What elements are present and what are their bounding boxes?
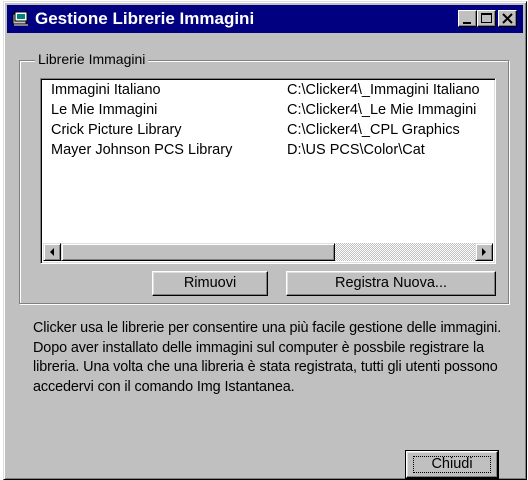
- maximize-icon: [481, 13, 492, 23]
- description-text: Clicker usa le librerie per consentire u…: [33, 319, 523, 397]
- close-dialog-label: Chiudi: [431, 456, 473, 472]
- description-line: libreria. Una volta che una libreria è s…: [33, 359, 498, 375]
- library-path: C:\Clicker4\_CPL Graphics: [287, 122, 460, 138]
- scrollbar-thumb[interactable]: [61, 243, 335, 261]
- list-item[interactable]: Immagini Italiano C:\Clicker4\_Immagini …: [51, 82, 491, 102]
- scroll-right-button[interactable]: [475, 243, 493, 261]
- title-bar[interactable]: Gestione Librerie Immagini: [7, 5, 523, 33]
- library-name: Immagini Italiano: [51, 82, 161, 98]
- close-button[interactable]: [498, 10, 517, 27]
- window-title: Gestione Librerie Immagini: [35, 9, 255, 28]
- library-name: Crick Picture Library: [51, 122, 182, 138]
- library-name: Le Mie Immagini: [51, 102, 158, 118]
- description-line: Clicker usa le librerie per consentire u…: [33, 320, 502, 336]
- library-path: D:\US PCS\Color\Cat: [287, 142, 425, 158]
- description-line: accedervi con il comando Img Istantanea.: [33, 378, 295, 395]
- library-name: Mayer Johnson PCS Library: [51, 142, 233, 158]
- description-line: Dopo aver installato delle immagini sul …: [33, 339, 485, 356]
- register-new-button[interactable]: Registra Nuova...: [286, 271, 496, 296]
- library-path: C:\Clicker4\_Immagini Italiano: [287, 82, 480, 98]
- minimize-icon: [463, 22, 471, 24]
- app-icon: [12, 10, 30, 28]
- list-item[interactable]: Le Mie Immagini C:\Clicker4\_Le Mie Imma…: [51, 102, 491, 122]
- list-item[interactable]: Mayer Johnson PCS Library D:\US PCS\Colo…: [51, 142, 491, 162]
- horizontal-scrollbar[interactable]: [43, 243, 493, 261]
- remove-button[interactable]: Rimuovi: [152, 271, 268, 296]
- libraries-list[interactable]: Immagini Italiano C:\Clicker4\_Immagini …: [40, 78, 496, 264]
- list-item[interactable]: Crick Picture Library C:\Clicker4\_CPL G…: [51, 122, 491, 142]
- arrow-right-icon: [482, 248, 486, 256]
- arrow-left-icon: [50, 248, 54, 256]
- scroll-left-button[interactable]: [43, 243, 61, 261]
- minimize-button[interactable]: [458, 10, 477, 27]
- maximize-button[interactable]: [477, 10, 496, 27]
- close-icon: [502, 13, 513, 24]
- groupbox-label: Librerie Immagini: [35, 51, 149, 67]
- library-path: C:\Clicker4\_Le Mie Immagini: [287, 102, 477, 118]
- close-dialog-button[interactable]: Chiudi: [405, 450, 499, 479]
